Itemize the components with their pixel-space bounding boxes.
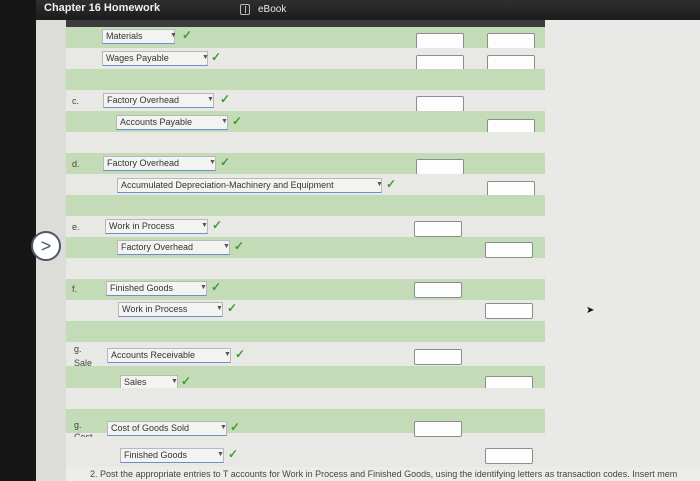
account-select[interactable]: Work in Process bbox=[105, 219, 208, 234]
right-blank-area bbox=[545, 0, 700, 481]
check-icon: ✓ bbox=[232, 114, 243, 128]
chevron-down-icon: ▼ bbox=[217, 451, 224, 458]
check-icon: ✓ bbox=[235, 347, 246, 361]
instruction-text: 2. Post the appropriate entries to T acc… bbox=[66, 467, 700, 481]
chevron-down-icon: ▼ bbox=[201, 222, 208, 229]
account-select[interactable]: Materials bbox=[102, 29, 175, 44]
check-icon: ✓ bbox=[220, 155, 231, 169]
chevron-down-icon: ▼ bbox=[220, 424, 227, 431]
ebook-link[interactable]: eBook bbox=[258, 4, 286, 15]
debit-amount-input[interactable] bbox=[416, 159, 464, 175]
debit-amount-input[interactable] bbox=[414, 349, 462, 365]
mouse-cursor-icon: ➤ bbox=[586, 305, 595, 316]
chevron-down-icon: ▼ bbox=[200, 284, 207, 291]
entry-letter: f. bbox=[72, 284, 78, 294]
account-select[interactable]: Cost of Goods Sold bbox=[107, 421, 227, 436]
account-select[interactable]: Factory Overhead bbox=[117, 240, 230, 255]
account-select[interactable]: Factory Overhead bbox=[103, 156, 216, 171]
entry-letter: g. bbox=[74, 420, 82, 430]
check-icon: ✓ bbox=[234, 239, 245, 253]
check-icon: ✓ bbox=[386, 177, 397, 191]
credit-amount-input[interactable] bbox=[485, 303, 533, 319]
account-select[interactable]: Work in Process bbox=[118, 302, 223, 317]
account-select[interactable]: Accounts Payable bbox=[116, 115, 228, 130]
chevron-down-icon: ▼ bbox=[224, 351, 231, 358]
page-title: Chapter 16 Homework bbox=[44, 2, 161, 14]
chevron-right-icon: > bbox=[40, 236, 52, 256]
check-icon: ✓ bbox=[211, 50, 222, 64]
app-header: Chapter 16 Homework eBook bbox=[36, 0, 700, 20]
account-select[interactable]: Factory Overhead bbox=[103, 93, 214, 108]
credit-amount-input[interactable] bbox=[487, 33, 535, 49]
credit-amount-input[interactable] bbox=[485, 448, 533, 464]
check-icon: ✓ bbox=[227, 301, 238, 315]
entry-letter: e. bbox=[72, 222, 80, 232]
chevron-down-icon: ▼ bbox=[221, 118, 228, 125]
debit-amount-input[interactable] bbox=[414, 282, 462, 298]
table-row bbox=[66, 388, 545, 409]
debit-amount-input[interactable] bbox=[416, 96, 464, 112]
debit-amount-input[interactable] bbox=[416, 33, 464, 49]
check-icon: ✓ bbox=[230, 420, 241, 434]
book-icon[interactable] bbox=[240, 4, 250, 15]
account-select[interactable]: Wages Payable bbox=[102, 51, 208, 66]
check-icon: ✓ bbox=[220, 92, 231, 106]
chevron-down-icon: ▼ bbox=[207, 96, 214, 103]
table-row bbox=[66, 132, 545, 153]
chevron-down-icon: ▼ bbox=[171, 378, 178, 385]
check-icon: ✓ bbox=[182, 28, 193, 42]
debit-amount-input[interactable] bbox=[414, 421, 462, 437]
account-select[interactable]: Accounts Receivable bbox=[107, 348, 231, 363]
entry-letter: c. bbox=[72, 96, 80, 106]
account-select[interactable]: Finished Goods bbox=[106, 281, 207, 296]
entry-letter: d. bbox=[72, 159, 80, 169]
account-select[interactable]: Finished Goods bbox=[120, 448, 224, 463]
next-arrow-button[interactable]: > bbox=[31, 231, 61, 261]
chevron-down-icon: ▼ bbox=[170, 32, 177, 39]
chevron-down-icon: ▼ bbox=[202, 54, 209, 61]
check-icon: ✓ bbox=[211, 280, 222, 294]
debit-amount-input[interactable] bbox=[414, 221, 462, 237]
check-icon: ✓ bbox=[212, 218, 223, 232]
chevron-down-icon: ▼ bbox=[223, 243, 230, 250]
check-icon: ✓ bbox=[228, 447, 239, 461]
chevron-down-icon: ▼ bbox=[376, 181, 383, 188]
table-row bbox=[66, 321, 545, 342]
table-row bbox=[66, 195, 545, 216]
table-row bbox=[66, 69, 545, 90]
credit-amount-input[interactable] bbox=[485, 242, 533, 258]
screen-bezel bbox=[0, 0, 36, 481]
chevron-down-icon: ▼ bbox=[216, 305, 223, 312]
entry-letter: g. bbox=[74, 344, 82, 354]
check-icon: ✓ bbox=[181, 374, 192, 388]
account-select[interactable]: Accumulated Depreciation-Machinery and E… bbox=[117, 178, 382, 193]
chevron-down-icon: ▼ bbox=[209, 159, 216, 166]
journal-entry-table: Materials ▼ ✓ Wages Payable ▼ ✓ c. Facto… bbox=[66, 20, 545, 467]
table-row bbox=[66, 258, 545, 279]
